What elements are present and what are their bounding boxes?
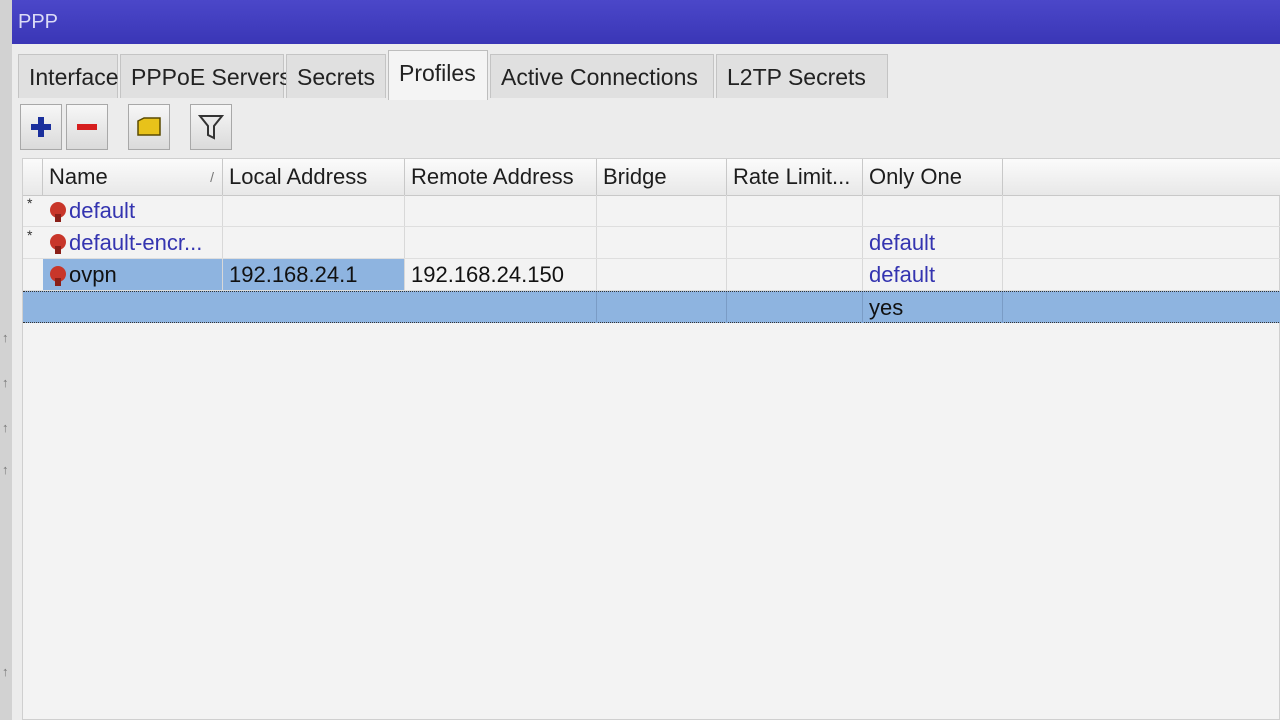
- filter-button[interactable]: [190, 104, 232, 150]
- arrow-icon: ↑: [2, 420, 9, 435]
- table-row[interactable]: * default: [23, 195, 1280, 227]
- profile-icon: [50, 202, 66, 223]
- cell-name: default-encr...: [43, 227, 223, 258]
- column-header-bridge[interactable]: Bridge: [597, 159, 727, 195]
- cell-remote-address: 192.168.24.150: [405, 259, 597, 290]
- profile-icon: [50, 266, 66, 287]
- tab-profiles[interactable]: Profiles: [388, 50, 488, 100]
- arrow-icon: ↑: [2, 664, 9, 679]
- cell-bridge: [597, 227, 727, 258]
- plus-icon: [31, 117, 51, 137]
- tab-bar: Interface PPPoE Servers Secrets Profiles…: [14, 50, 1278, 104]
- profile-icon: [50, 234, 66, 255]
- profiles-table: Name / Local Address Remote Address Brid…: [22, 158, 1280, 720]
- cell-local-address: [223, 195, 405, 226]
- cell-local-address: 192.168.24.1: [223, 259, 405, 290]
- cell-remote-address: [405, 292, 597, 323]
- cell-remote-address: [405, 195, 597, 226]
- table-row[interactable]: * default-encr... default: [23, 227, 1280, 259]
- cell-only-one: default: [863, 227, 1003, 258]
- header-flag-column: [23, 159, 43, 195]
- cell-rate-limit: [727, 227, 863, 258]
- tab-secrets[interactable]: Secrets: [286, 54, 386, 98]
- cell-only-one: default: [863, 259, 1003, 290]
- sort-indicator-icon: /: [210, 169, 214, 185]
- tab-pppoe-servers[interactable]: PPPoE Servers: [120, 54, 291, 98]
- window-title: PPP: [12, 0, 1280, 44]
- table-row[interactable]: ovpn 192.168.24.1 192.168.24.150 default: [23, 259, 1280, 291]
- arrow-icon: ↑: [2, 330, 9, 345]
- add-button[interactable]: [20, 104, 62, 150]
- cell-bridge: [597, 292, 727, 323]
- tab-active-connections[interactable]: Active Connections: [490, 54, 714, 98]
- minus-icon: [77, 124, 97, 130]
- row-flag: *: [27, 195, 33, 211]
- cell-bridge: [597, 195, 727, 226]
- cell-name: default: [43, 195, 223, 226]
- column-header-only-one[interactable]: Only One: [863, 159, 1003, 195]
- cell-rate-limit: [727, 259, 863, 290]
- column-header-local-address[interactable]: Local Address: [223, 159, 405, 195]
- cell-local-address: [223, 227, 405, 258]
- cell-remote-address: [405, 227, 597, 258]
- cell-only-one: yes: [863, 292, 1003, 323]
- selected-table-row[interactable]: yes: [23, 291, 1280, 323]
- cell-rate-limit: [727, 292, 863, 323]
- filter-icon: [198, 115, 224, 140]
- tab-interface[interactable]: Interface: [18, 54, 119, 98]
- cell-name: ovpn: [43, 259, 223, 290]
- cell-bridge: [597, 259, 727, 290]
- comment-icon: [137, 117, 161, 136]
- remove-button[interactable]: [66, 104, 108, 150]
- column-header-remote-address[interactable]: Remote Address: [405, 159, 597, 195]
- arrow-icon: ↑: [2, 462, 9, 477]
- column-header-rate-limit[interactable]: Rate Limit...: [727, 159, 863, 195]
- tab-l2tp-secrets[interactable]: L2TP Secrets: [716, 54, 888, 98]
- cell-rate-limit: [727, 195, 863, 226]
- row-flag: *: [27, 227, 33, 243]
- table-header: Name / Local Address Remote Address Brid…: [23, 159, 1280, 196]
- toolbar: [18, 104, 1268, 154]
- cell-only-one: [863, 195, 1003, 226]
- column-header-name[interactable]: Name /: [43, 159, 223, 195]
- ppp-window: PPP Interface PPPoE Servers Secrets Prof…: [12, 0, 1280, 720]
- comment-button[interactable]: [128, 104, 170, 150]
- arrow-icon: ↑: [2, 375, 9, 390]
